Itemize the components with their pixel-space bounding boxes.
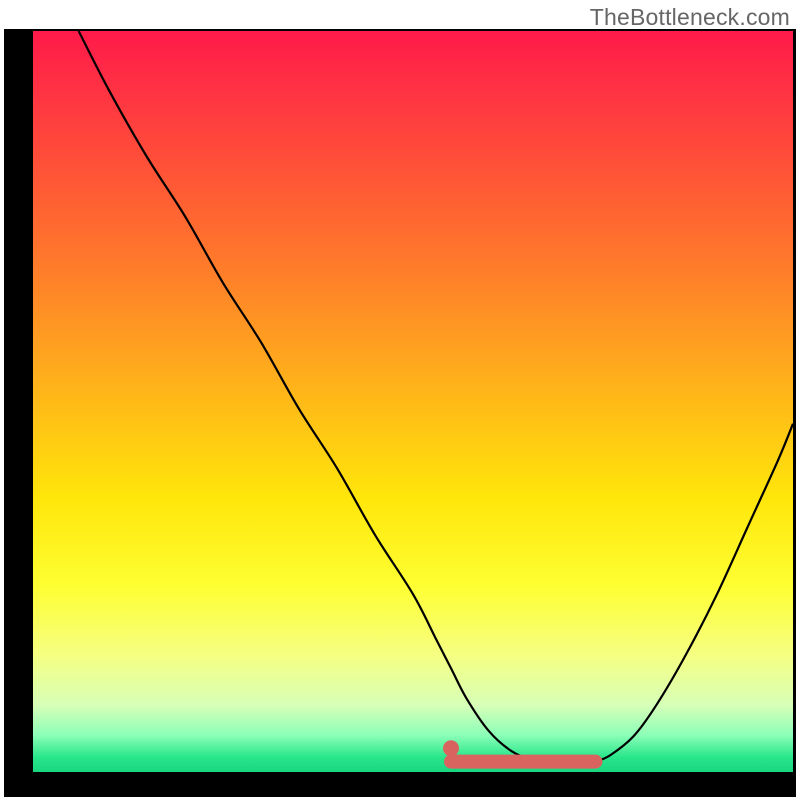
chart-plot-area (33, 31, 793, 772)
curve-path (79, 31, 793, 765)
chart-outer-border (4, 29, 796, 797)
watermark-text: TheBottleneck.com (590, 4, 790, 31)
chart-svg (33, 31, 793, 772)
chart-frame: TheBottleneck.com (0, 0, 800, 800)
marker-dot (443, 740, 459, 756)
